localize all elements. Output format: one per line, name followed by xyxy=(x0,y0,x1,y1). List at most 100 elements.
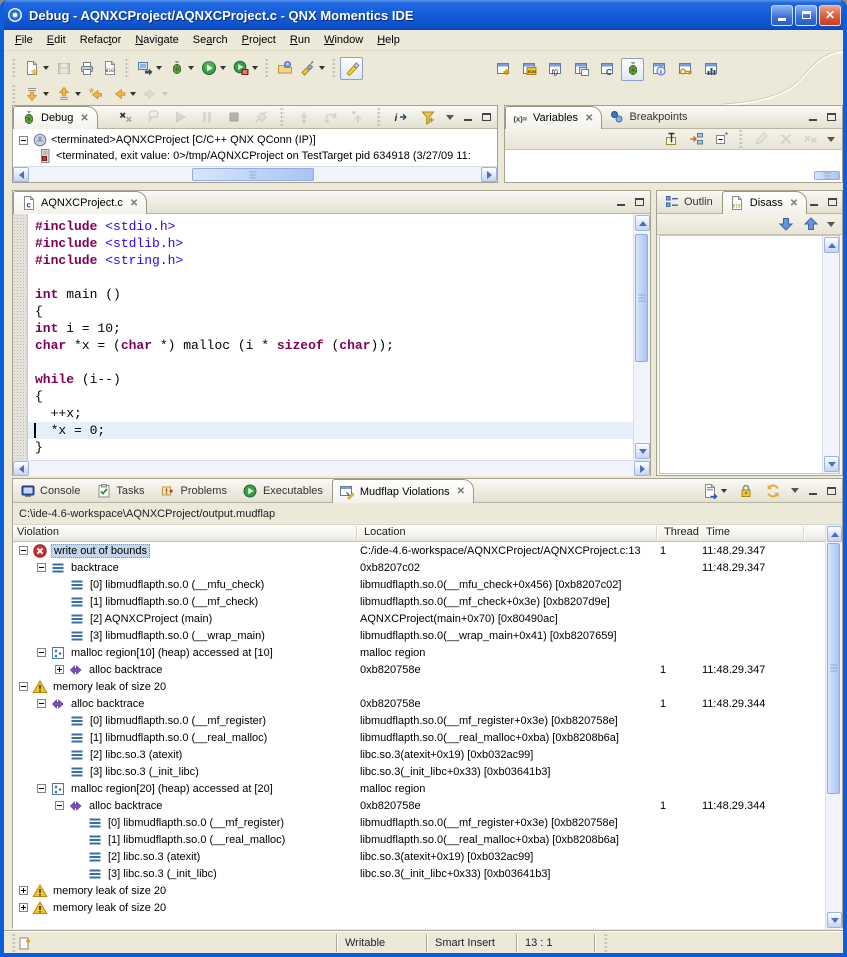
suspend-button[interactable] xyxy=(195,106,218,129)
close-tab-icon[interactable]: ✕ xyxy=(457,486,465,497)
violation-row[interactable]: memory leak of size 20 xyxy=(13,882,825,899)
maximize-view-button[interactable] xyxy=(824,111,838,123)
tab-problems[interactable]: Problems xyxy=(153,479,235,502)
dropdown-arrow-icon[interactable] xyxy=(252,66,258,70)
violation-row[interactable]: memory leak of size 20 xyxy=(13,899,825,916)
view-menu-button[interactable] xyxy=(788,485,802,497)
tab-mudflap-violations[interactable]: Mudflap Violations✕ xyxy=(332,479,474,503)
step-into-button[interactable] xyxy=(292,106,315,129)
tree-expander[interactable] xyxy=(19,136,28,145)
scroll-up-address-button[interactable] xyxy=(799,213,822,236)
scroll-down-button[interactable] xyxy=(824,456,839,472)
binary-editor-button[interactable]: 010 xyxy=(98,57,121,80)
run-button[interactable] xyxy=(197,57,229,80)
new-wizard-button[interactable] xyxy=(20,57,52,80)
perspective-info-button[interactable]: i xyxy=(647,58,670,81)
menu-window[interactable]: Window xyxy=(317,31,370,49)
minimize-view-button[interactable] xyxy=(806,485,820,497)
open-element-button[interactable] xyxy=(273,57,296,80)
fast-view-icon[interactable] xyxy=(16,935,33,952)
column-header-location[interactable]: Location xyxy=(360,526,406,538)
perspective-debug-button[interactable] xyxy=(621,58,644,81)
tab-disass[interactable]: 010Disass✕ xyxy=(722,191,807,214)
tab-debug[interactable]: Debug✕ xyxy=(13,106,98,129)
show-type-names-button[interactable] xyxy=(660,128,683,151)
step-over-button[interactable] xyxy=(319,106,342,129)
forward-history-button[interactable] xyxy=(139,83,171,106)
violation-row[interactable]: [0] libmudflapth.so.0 (__mf_register)lib… xyxy=(13,712,825,729)
last-edit-location-button[interactable] xyxy=(20,83,52,106)
variables-scroll-thumb[interactable] xyxy=(814,171,840,180)
violation-row[interactable]: [2] libc.so.3 (atexit)libc.so.3(atexit+0… xyxy=(13,848,825,865)
tab-variables[interactable]: (x)=Variables✕ xyxy=(505,106,602,129)
disconnect-button[interactable] xyxy=(249,106,272,129)
annotation-ruler[interactable] xyxy=(13,214,28,460)
remove-all-terminated-button[interactable] xyxy=(114,106,137,129)
next-edit-location-button[interactable] xyxy=(52,83,84,106)
close-tab-icon[interactable]: ✕ xyxy=(790,198,798,209)
dropdown-arrow-icon[interactable] xyxy=(162,92,168,96)
scroll-right-button[interactable] xyxy=(481,167,497,182)
scroll-up-button[interactable] xyxy=(824,237,839,253)
perspective-c-button[interactable]: C xyxy=(595,58,618,81)
scroll-thumb[interactable] xyxy=(635,234,648,362)
perspective-resources-button[interactable] xyxy=(569,58,592,81)
menu-file[interactable]: File xyxy=(8,31,40,49)
qnx-run-button[interactable] xyxy=(229,57,261,80)
violation-row[interactable]: [3] libmudflapth.so.0 (__wrap_main)libmu… xyxy=(13,627,825,644)
view-menu-button[interactable] xyxy=(824,133,838,145)
tab-console[interactable]: Console xyxy=(13,479,89,502)
menu-run[interactable]: Run xyxy=(283,31,317,49)
scroll-right-button[interactable] xyxy=(634,461,650,476)
tree-expander[interactable] xyxy=(19,886,28,895)
minimize-view-button[interactable] xyxy=(807,196,821,208)
close-tab-icon[interactable]: ✕ xyxy=(585,113,593,124)
violation-row[interactable]: [1] libmudflapth.so.0 (__real_malloc)lib… xyxy=(13,729,825,746)
dropdown-arrow-icon[interactable] xyxy=(130,92,136,96)
dropdown-arrow-icon[interactable] xyxy=(721,489,727,493)
minimize-view-button[interactable] xyxy=(614,196,628,208)
scroll-up-button[interactable] xyxy=(635,215,650,231)
perspective-functions-button[interactable]: f() xyxy=(543,58,566,81)
violation-row[interactable]: write out of boundsC:/ide-4.6-workspace/… xyxy=(13,542,825,559)
dropdown-arrow-icon[interactable] xyxy=(220,66,226,70)
refresh-button[interactable] xyxy=(761,479,784,502)
scroll-thumb[interactable] xyxy=(192,168,314,181)
tree-expander[interactable] xyxy=(37,699,46,708)
column-header-thread[interactable]: Thread xyxy=(660,526,699,538)
violation-row[interactable]: backtrace0xb8207c0211:48.29.347 xyxy=(13,559,825,576)
violation-row[interactable]: alloc backtrace0xb820758e111:48.29.344 xyxy=(13,797,825,814)
debug-horizontal-scrollbar[interactable] xyxy=(13,166,497,182)
scroll-lock-button[interactable] xyxy=(734,479,757,502)
perspective-sun-button[interactable]: SUN xyxy=(517,58,540,81)
tree-expander[interactable] xyxy=(37,784,46,793)
scroll-left-button[interactable] xyxy=(13,461,29,476)
maximize-view-button[interactable] xyxy=(632,196,646,208)
disassembly-scrollbar[interactable] xyxy=(822,236,839,473)
search-button[interactable] xyxy=(296,57,328,80)
menu-help[interactable]: Help xyxy=(370,31,407,49)
tab-tasks[interactable]: Tasks xyxy=(89,479,153,502)
minimize-view-button[interactable] xyxy=(806,111,820,123)
step-return-button[interactable] xyxy=(346,106,369,129)
back-to-last-edit-button[interactable] xyxy=(84,83,107,106)
tree-expander[interactable] xyxy=(55,801,64,810)
maximize-button[interactable] xyxy=(795,5,817,26)
dropdown-arrow-icon[interactable] xyxy=(43,92,49,96)
target-navigator-button[interactable] xyxy=(133,57,165,80)
scroll-down-button[interactable] xyxy=(827,912,842,928)
open-perspective-button[interactable] xyxy=(491,58,514,81)
resume-button[interactable] xyxy=(168,106,191,129)
disassembly-content[interactable] xyxy=(659,235,840,474)
dropdown-arrow-icon[interactable] xyxy=(319,66,325,70)
add-global-variables-button[interactable] xyxy=(685,128,708,151)
tree-expander[interactable] xyxy=(19,903,28,912)
debug-tree-row[interactable]: <terminated>AQNXCProject [C/C++ QNX QCon… xyxy=(13,132,497,148)
restart-button[interactable] xyxy=(141,106,164,129)
violation-row[interactable]: [3] libc.so.3 (_init_libc)libc.so.3(_ini… xyxy=(13,763,825,780)
scroll-thumb[interactable] xyxy=(827,543,840,793)
tree-expander[interactable] xyxy=(55,665,64,674)
code-editor[interactable]: #include <stdio.h>#include <stdlib.h>#in… xyxy=(28,214,633,460)
violation-row[interactable]: memory leak of size 20 xyxy=(13,678,825,695)
tab-breakpoints[interactable]: Breakpoints xyxy=(602,106,696,128)
